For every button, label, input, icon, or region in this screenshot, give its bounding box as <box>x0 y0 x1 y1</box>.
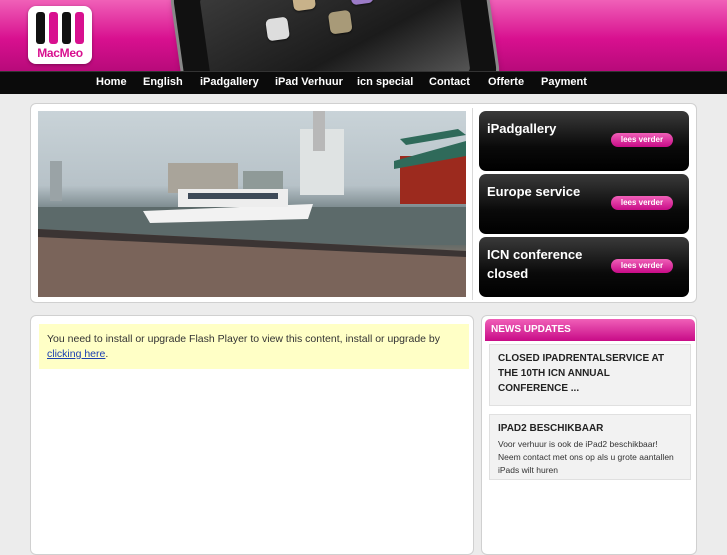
main-nav: Home English iPadgallery iPad Verhuur ic… <box>0 71 727 94</box>
nav-item-icn-special[interactable]: icn special <box>357 76 413 88</box>
news-item[interactable]: IPAD2 BESCHIKBAAR Voor verhuur is ook de… <box>489 414 691 480</box>
news-title[interactable]: CLOSED IPADRENTALSERVICE AT THE 10TH ICN… <box>498 351 682 396</box>
nav-item-home[interactable]: Home <box>96 76 127 88</box>
promo-europe-service[interactable]: Europe service lees verder <box>479 174 689 234</box>
promo-icn-conference[interactable]: ICN conference closed lees verder <box>479 237 689 297</box>
logo-mark-icon <box>34 12 86 44</box>
panel-divider <box>472 108 473 300</box>
site-header: MacMeo <box>0 0 727 71</box>
logo-text: MacMeo <box>37 46 83 60</box>
nav-item-english[interactable]: English <box>143 76 183 88</box>
news-header: NEWS UPDATES <box>485 319 695 341</box>
calendar-app-icon <box>265 16 291 42</box>
feature-panel: iPadgallery lees verder Europe service l… <box>30 103 697 303</box>
news-title[interactable]: IPAD2 BESCHIKBAAR <box>498 421 682 436</box>
flash-notice-text: You need to install or upgrade Flash Pla… <box>47 333 441 345</box>
macmeo-logo[interactable]: MacMeo <box>28 6 92 64</box>
promo-title: iPadgallery <box>487 121 557 136</box>
itunes-app-icon <box>348 0 374 6</box>
harbor-photo <box>38 111 466 297</box>
news-body: Voor verhuur is ook de iPad2 beschikbaar… <box>498 439 674 475</box>
flash-player-notice: You need to install or upgrade Flash Pla… <box>39 324 469 369</box>
nav-item-contact[interactable]: Contact <box>429 76 470 88</box>
ipad-illustration <box>171 0 499 71</box>
promo-title: Europe service <box>487 184 581 199</box>
contacts-app-icon <box>327 9 353 35</box>
nav-item-offerte[interactable]: Offerte <box>488 76 524 88</box>
nav-item-ipadgallery[interactable]: iPadgallery <box>200 76 259 88</box>
flash-install-link[interactable]: clicking here <box>47 348 105 360</box>
read-more-button[interactable]: lees verder <box>611 133 673 147</box>
nav-item-ipad-verhuur[interactable]: iPad Verhuur <box>275 76 343 88</box>
promo-ipadgallery[interactable]: iPadgallery lees verder <box>479 111 689 171</box>
main-content-panel: You need to install or upgrade Flash Pla… <box>30 315 474 555</box>
flash-notice-suffix: . <box>105 348 109 360</box>
promo-title: ICN conference closed <box>487 247 583 281</box>
news-item[interactable]: CLOSED IPADRENTALSERVICE AT THE 10TH ICN… <box>489 344 691 406</box>
notes-app-icon <box>291 0 317 12</box>
read-more-button[interactable]: lees verder <box>611 259 673 273</box>
read-more-button[interactable]: lees verder <box>611 196 673 210</box>
nav-item-payment[interactable]: Payment <box>541 76 587 88</box>
news-panel: NEWS UPDATES CLOSED IPADRENTALSERVICE AT… <box>481 315 697 555</box>
